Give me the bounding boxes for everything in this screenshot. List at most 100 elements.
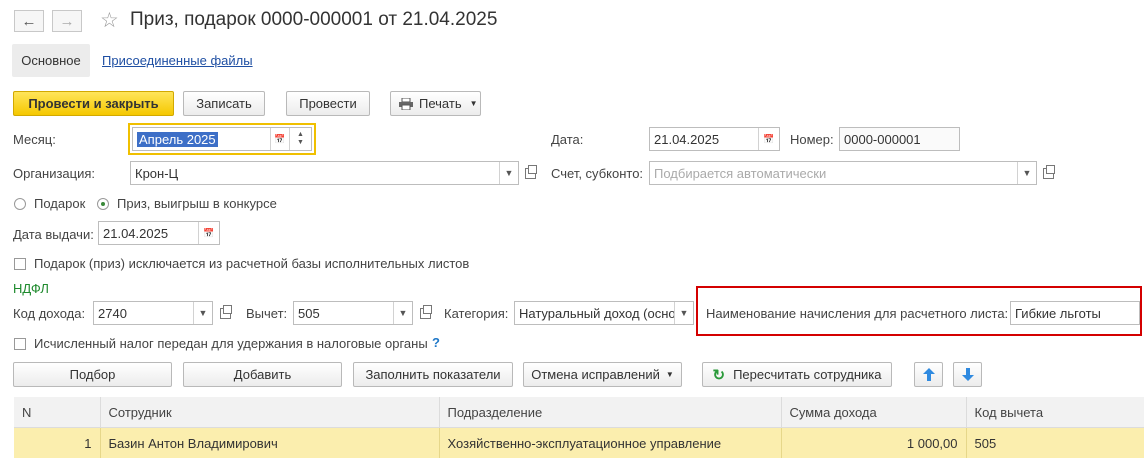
favorite-star-icon[interactable]: ☆ bbox=[100, 8, 119, 33]
date-label: Дата: bbox=[551, 132, 584, 147]
column-header[interactable]: Подразделение bbox=[439, 397, 782, 428]
calendar-icon[interactable]: 📅 bbox=[270, 128, 289, 150]
employees-table: N Сотрудник Подразделение Сумма дохода К… bbox=[14, 397, 1144, 458]
income-code-value: 2740 bbox=[98, 305, 127, 321]
chevron-down-icon[interactable]: ▼ bbox=[1017, 162, 1036, 184]
chevron-down-icon[interactable]: ▼ bbox=[193, 302, 212, 324]
open-deduction-button[interactable] bbox=[417, 302, 433, 324]
move-down-button[interactable] bbox=[953, 362, 982, 387]
deduction-label: Вычет: bbox=[246, 306, 288, 321]
forward-button[interactable]: → bbox=[52, 10, 82, 32]
help-icon[interactable]: ? bbox=[432, 335, 440, 350]
category-field[interactable]: Натуральный доход (осно ▼ bbox=[514, 301, 694, 325]
cell-number: 1 bbox=[14, 427, 101, 458]
post-and-close-button[interactable]: Провести и закрыть bbox=[13, 91, 174, 116]
radio-gift-label: Подарок bbox=[34, 196, 86, 211]
column-header[interactable]: N bbox=[14, 397, 101, 428]
open-income-code-button[interactable] bbox=[217, 302, 233, 324]
open-organization-button[interactable] bbox=[522, 162, 538, 184]
chevron-down-icon[interactable]: ▼ bbox=[393, 302, 412, 324]
post-button[interactable]: Провести bbox=[286, 91, 370, 116]
chevron-down-icon: ▼ bbox=[665, 370, 674, 379]
ndfl-heading: НДФЛ bbox=[13, 281, 49, 296]
date-value: 21.04.2025 bbox=[654, 131, 720, 147]
tax-transferred-label: Исчисленный налог передан для удержания … bbox=[34, 336, 428, 351]
radio-prize[interactable] bbox=[97, 198, 109, 210]
spin-stepper[interactable]: ▲ ▼ bbox=[289, 128, 311, 150]
cell-department: Хозяйственно-эксплуатационное управление bbox=[439, 427, 782, 458]
issue-date-label: Дата выдачи: bbox=[13, 227, 94, 242]
organization-value: Крон-Ц bbox=[135, 165, 179, 181]
open-account-button[interactable] bbox=[1040, 162, 1056, 184]
fill-indicators-button[interactable]: Заполнить показатели bbox=[353, 362, 513, 387]
arrow-up-icon bbox=[922, 368, 935, 381]
month-value: Апрель 2025 bbox=[137, 131, 218, 147]
tab-attached-files[interactable]: Присоединенные файлы bbox=[102, 53, 253, 68]
income-code-field[interactable]: 2740 ▼ bbox=[93, 301, 213, 325]
cancel-corrections-label: Отмена исправлений bbox=[531, 367, 660, 382]
issue-date-value: 21.04.2025 bbox=[103, 225, 169, 241]
table-header-row: N Сотрудник Подразделение Сумма дохода К… bbox=[14, 397, 1144, 428]
move-up-button[interactable] bbox=[914, 362, 943, 387]
tab-main[interactable]: Основное bbox=[12, 44, 90, 77]
printer-icon bbox=[399, 97, 413, 110]
calendar-icon[interactable]: 📅 bbox=[758, 128, 779, 150]
column-header[interactable]: Сумма дохода bbox=[781, 397, 967, 428]
tax-transferred-checkbox[interactable] bbox=[14, 338, 26, 350]
deduction-value: 505 bbox=[298, 305, 320, 321]
chevron-down-icon: ▼ bbox=[469, 99, 478, 108]
number-value: 0000-000001 bbox=[844, 131, 921, 147]
column-header[interactable]: Код вычета bbox=[966, 397, 1144, 428]
exclude-checkbox-label: Подарок (приз) исключается из расчетной … bbox=[34, 256, 470, 271]
category-value: Натуральный доход (осно bbox=[519, 305, 676, 321]
account-label: Счет, субконто: bbox=[551, 166, 644, 181]
cell-employee: Базин Антон Владимирович bbox=[100, 427, 440, 458]
add-button[interactable]: Добавить bbox=[183, 362, 342, 387]
save-button[interactable]: Записать bbox=[183, 91, 265, 116]
account-placeholder: Подбирается автоматически bbox=[654, 165, 827, 181]
accrual-name-label: Наименование начисления для расчетного л… bbox=[706, 306, 1009, 321]
accrual-name-field[interactable]: Гибкие льготы bbox=[1010, 301, 1140, 325]
number-field[interactable]: 0000-000001 bbox=[839, 127, 960, 151]
page-title: Приз, подарок 0000-000001 от 21.04.2025 bbox=[130, 9, 498, 30]
arrow-left-icon: ← bbox=[21, 12, 37, 30]
table-row[interactable]: 1 Базин Антон Владимирович Хозяйственно-… bbox=[14, 427, 1144, 458]
open-link-icon bbox=[524, 164, 537, 179]
open-link-icon bbox=[1042, 164, 1055, 179]
chevron-down-icon[interactable]: ▼ bbox=[499, 162, 518, 184]
select-button[interactable]: Подбор bbox=[13, 362, 172, 387]
date-field[interactable]: 21.04.2025 📅 bbox=[649, 127, 780, 151]
refresh-icon: ↻ bbox=[712, 366, 726, 384]
recalculate-label: Пересчитать сотрудника bbox=[733, 367, 882, 382]
accrual-name-value: Гибкие льготы bbox=[1015, 305, 1101, 321]
income-code-label: Код дохода: bbox=[13, 306, 86, 321]
cell-deduction-code: 505 bbox=[966, 427, 1144, 458]
back-button[interactable]: ← bbox=[14, 10, 44, 32]
calendar-icon[interactable]: 📅 bbox=[198, 222, 219, 244]
open-link-icon bbox=[219, 304, 232, 319]
account-field[interactable]: Подбирается автоматически ▼ bbox=[649, 161, 1037, 185]
radio-prize-label: Приз, выигрыш в конкурсе bbox=[117, 196, 277, 211]
category-label: Категория: bbox=[444, 306, 509, 321]
arrow-right-icon: → bbox=[59, 12, 75, 30]
print-label: Печать bbox=[419, 96, 462, 111]
exclude-checkbox[interactable] bbox=[14, 258, 26, 270]
chevron-down-icon: ▼ bbox=[297, 139, 304, 146]
cell-amount: 1 000,00 bbox=[781, 427, 967, 458]
recalculate-employee-button[interactable]: ↻ Пересчитать сотрудника bbox=[702, 362, 892, 387]
chevron-up-icon: ▲ bbox=[297, 131, 304, 138]
issue-date-field[interactable]: 21.04.2025 📅 bbox=[98, 221, 220, 245]
cancel-corrections-button[interactable]: Отмена исправлений ▼ bbox=[523, 362, 682, 387]
organization-label: Организация: bbox=[13, 166, 96, 181]
organization-field[interactable]: Крон-Ц ▼ bbox=[130, 161, 519, 185]
column-header[interactable]: Сотрудник bbox=[100, 397, 440, 428]
radio-gift[interactable] bbox=[14, 198, 26, 210]
open-link-icon bbox=[419, 304, 432, 319]
arrow-down-icon bbox=[961, 368, 974, 381]
deduction-field[interactable]: 505 ▼ bbox=[293, 301, 413, 325]
chevron-down-icon[interactable]: ▼ bbox=[674, 302, 693, 324]
month-label: Месяц: bbox=[13, 132, 56, 147]
number-label: Номер: bbox=[790, 132, 834, 147]
month-field[interactable]: Апрель 2025 📅 ▲ ▼ bbox=[132, 127, 312, 151]
print-button[interactable]: Печать ▼ bbox=[390, 91, 481, 116]
